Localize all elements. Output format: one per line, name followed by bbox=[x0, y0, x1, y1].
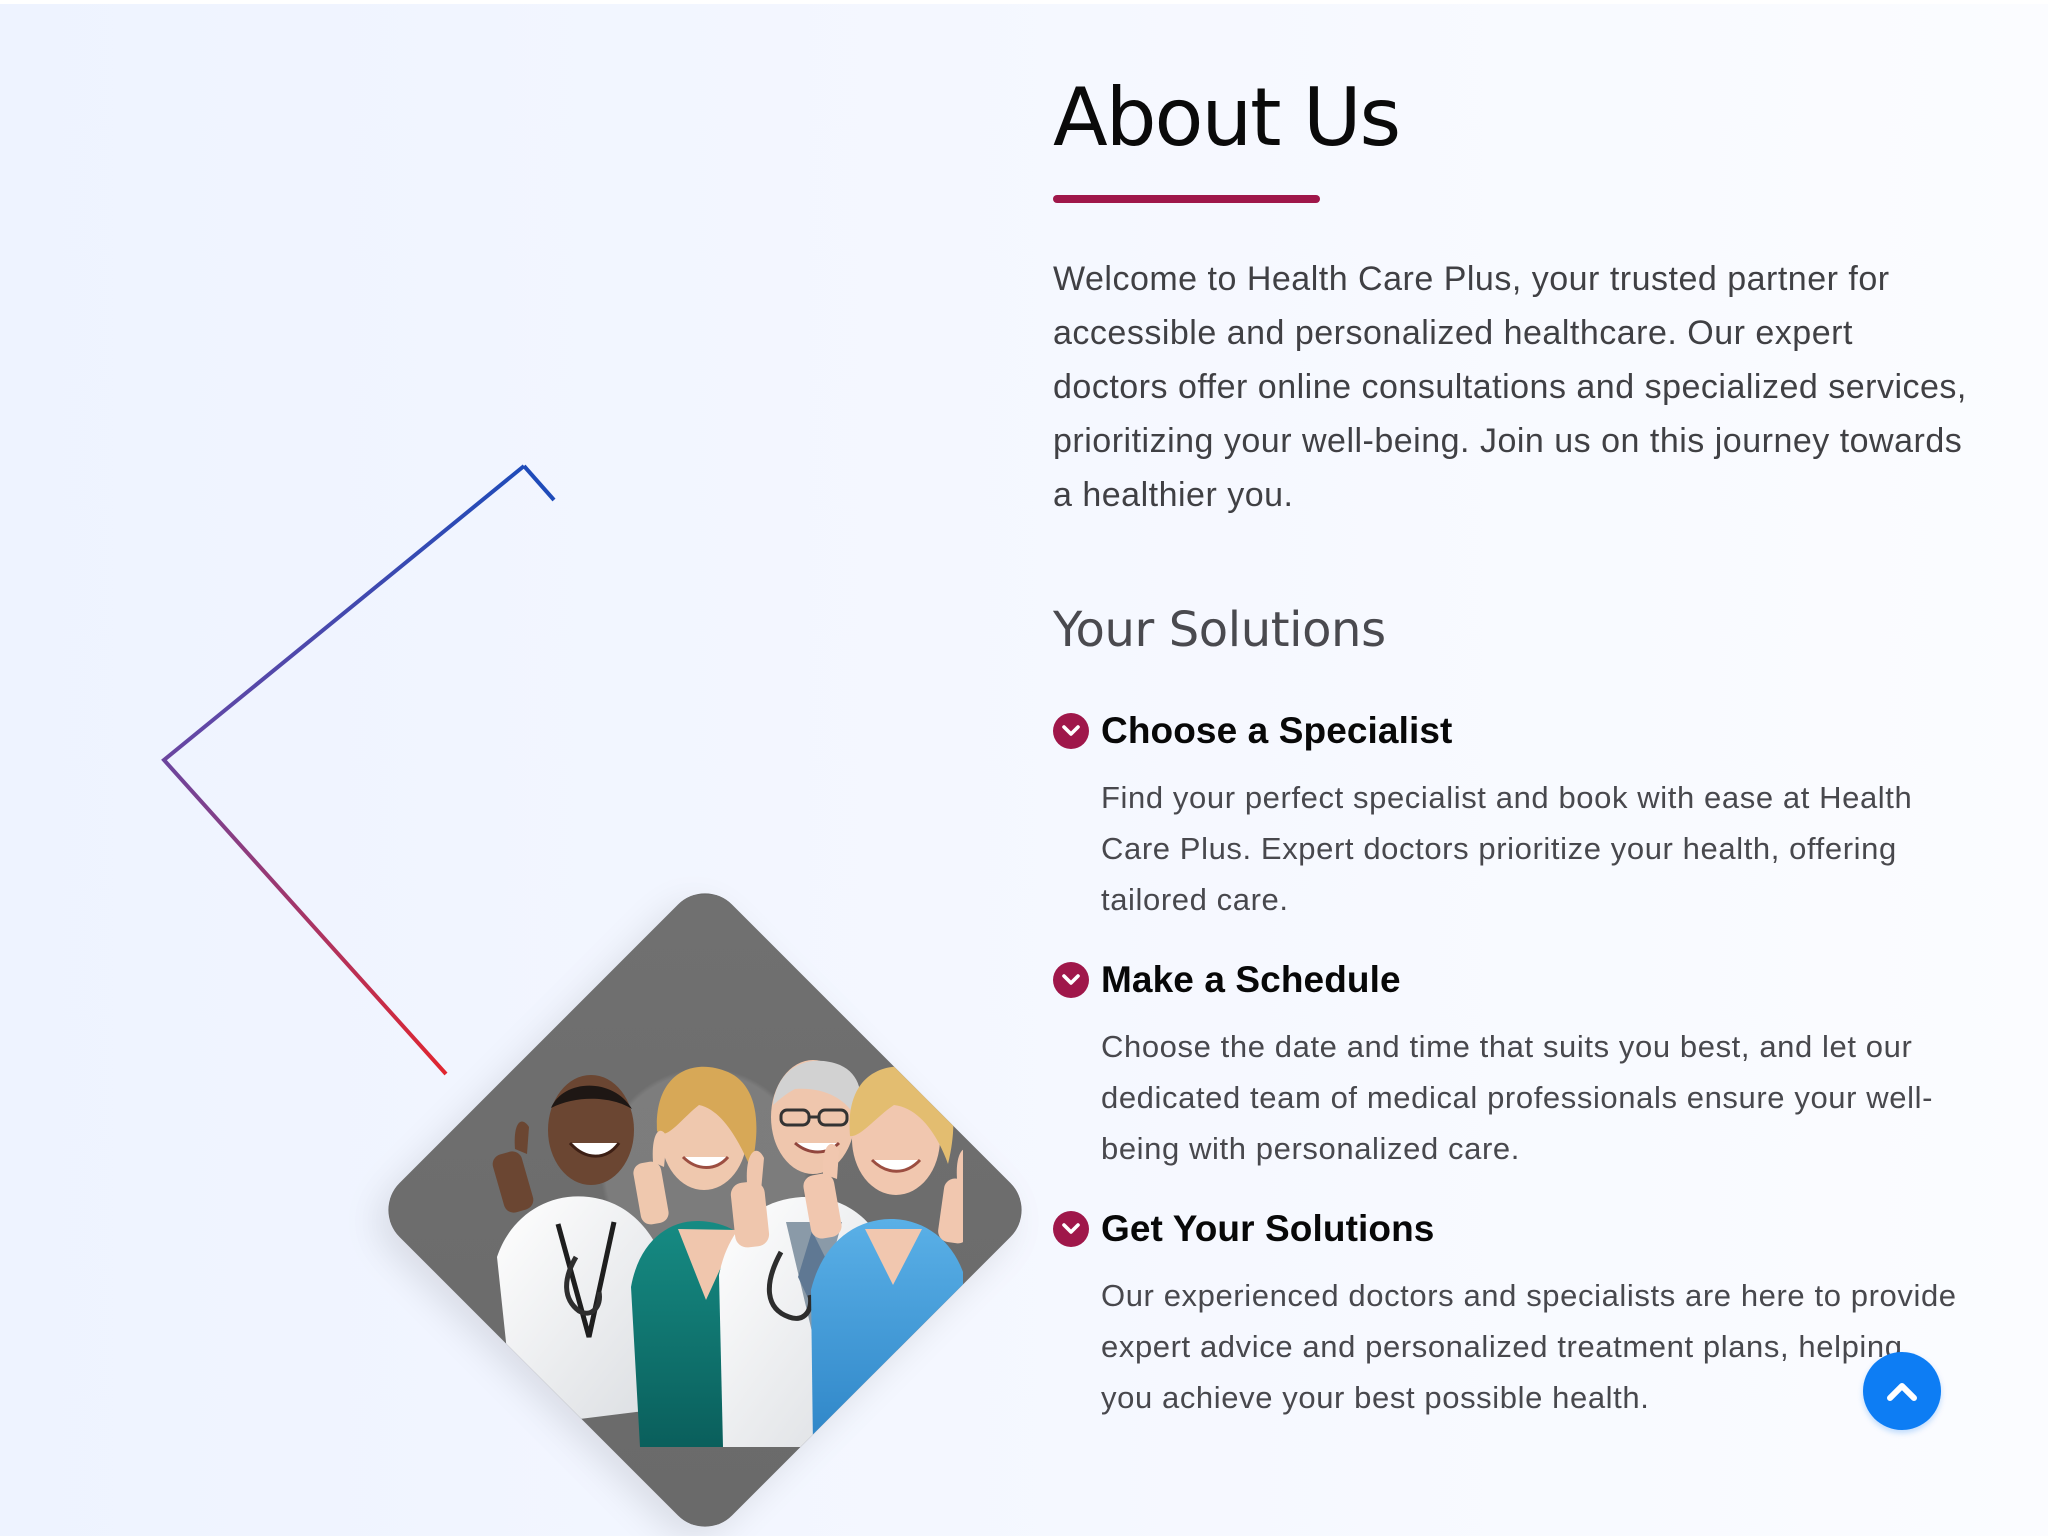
chevron-up-icon bbox=[1887, 1383, 1917, 1401]
solution-item-solutions: Get Your Solutions Our experienced docto… bbox=[1053, 1208, 1983, 1423]
chevron-check-icon bbox=[1053, 1211, 1089, 1247]
solutions-title: Your Solutions bbox=[1053, 602, 1386, 658]
about-description: Welcome to Health Care Plus, your truste… bbox=[1053, 260, 1967, 514]
solution-header: Make a Schedule bbox=[1053, 959, 1983, 1001]
solution-description: Find your perfect specialist and book wi… bbox=[1101, 780, 1913, 917]
scroll-to-top-button[interactable] bbox=[1863, 1352, 1941, 1430]
solution-item-schedule: Make a Schedule Choose the date and time… bbox=[1053, 959, 1983, 1174]
solution-title: Choose a Specialist bbox=[1101, 710, 1453, 751]
title-underline bbox=[1053, 195, 1320, 203]
doctor-team-photo bbox=[492, 1060, 963, 1447]
doctors-illustration bbox=[140, 430, 1038, 1536]
about-page: About Us Welcome to Health Care Plus, yo… bbox=[0, 0, 2048, 1536]
solution-item-specialist: Choose a Specialist Find your perfect sp… bbox=[1053, 710, 1983, 925]
solution-title: Get Your Solutions bbox=[1101, 1208, 1435, 1249]
top-border bbox=[0, 0, 2048, 4]
solution-header: Choose a Specialist bbox=[1053, 710, 1983, 752]
solution-description: Our experienced doctors and specialists … bbox=[1101, 1278, 1957, 1415]
chevron-check-icon bbox=[1053, 962, 1089, 998]
chevron-check-icon bbox=[1053, 713, 1089, 749]
page-title: About Us bbox=[1053, 71, 1401, 164]
solution-description: Choose the date and time that suits you … bbox=[1101, 1029, 1933, 1166]
about-section: About Us Welcome to Health Care Plus, yo… bbox=[1053, 78, 1983, 1457]
solution-title: Make a Schedule bbox=[1101, 959, 1401, 1000]
solution-header: Get Your Solutions bbox=[1053, 1208, 1983, 1250]
